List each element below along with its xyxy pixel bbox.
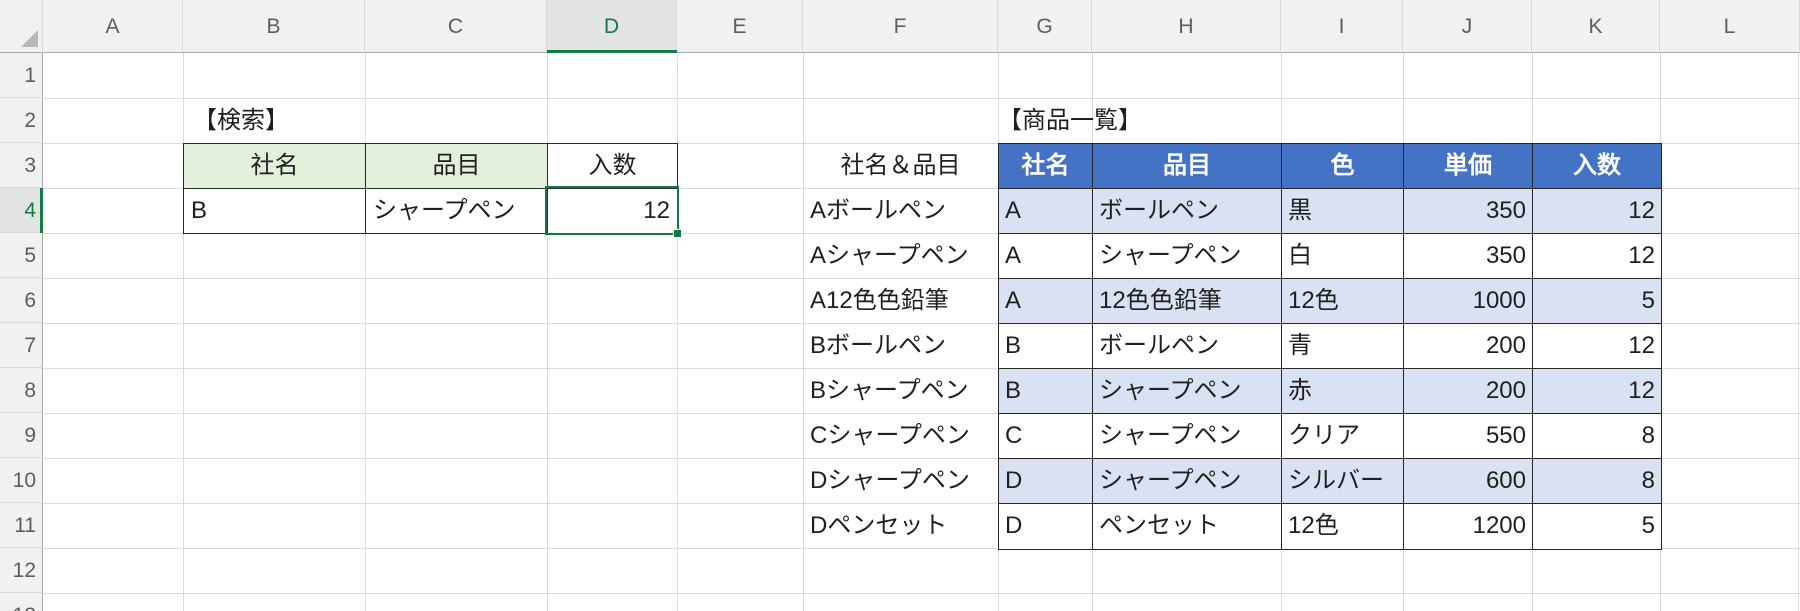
column-header-E[interactable]: E xyxy=(677,0,803,53)
product-cell[interactable]: D xyxy=(999,459,1093,504)
row-header-10[interactable]: 10 xyxy=(0,458,43,503)
product-cell[interactable]: 12色色鉛筆 xyxy=(1093,279,1282,324)
row-header-7[interactable]: 7 xyxy=(0,323,43,368)
product-cell[interactable]: 1200 xyxy=(1404,504,1533,549)
product-cell[interactable]: 黒 xyxy=(1282,189,1404,234)
row-header-2[interactable]: 2 xyxy=(0,98,43,143)
product-cell[interactable]: 350 xyxy=(1404,234,1533,279)
product-cell[interactable]: 550 xyxy=(1404,414,1533,459)
column-header-A[interactable]: A xyxy=(43,0,183,53)
search-value-company-cell[interactable]: B xyxy=(184,189,366,233)
column-header-K[interactable]: K xyxy=(1532,0,1660,53)
product-header-price-cell[interactable]: 単価 xyxy=(1404,144,1533,189)
product-cell[interactable]: 5 xyxy=(1533,279,1661,324)
product-cell[interactable]: 12 xyxy=(1533,189,1661,234)
product-cell[interactable]: シャープペン xyxy=(1093,234,1282,279)
product-cell[interactable]: 12 xyxy=(1533,369,1661,414)
column-header-F[interactable]: F xyxy=(803,0,998,53)
products-title-cell[interactable]: 【商品一覧】 xyxy=(998,98,1398,143)
row-header-4-selected[interactable]: 4 xyxy=(0,188,43,233)
column-header-G[interactable]: G xyxy=(998,0,1092,53)
product-cell[interactable]: A xyxy=(999,279,1093,324)
product-cell[interactable]: 白 xyxy=(1282,234,1404,279)
selected-column-indicator xyxy=(547,50,677,53)
product-header-item-cell[interactable]: 品目 xyxy=(1093,144,1282,189)
product-cell[interactable]: 赤 xyxy=(1282,369,1404,414)
active-cell-selection-border[interactable] xyxy=(545,186,682,238)
product-cell[interactable]: 200 xyxy=(1404,369,1533,414)
product-cell[interactable]: シャープペン xyxy=(1093,414,1282,459)
lookup-key-cell[interactable]: Dペンセット xyxy=(803,503,998,548)
product-cell[interactable]: シャープペン xyxy=(1093,369,1282,414)
product-cell[interactable]: B xyxy=(999,369,1093,414)
row-header-9[interactable]: 9 xyxy=(0,413,43,458)
product-cell[interactable]: ボールペン xyxy=(1093,189,1282,234)
search-title-cell[interactable]: 【検索】 xyxy=(183,98,547,143)
search-header-quantity-cell[interactable]: 入数 xyxy=(548,144,677,189)
fill-handle[interactable] xyxy=(673,229,682,238)
search-header-company-cell[interactable]: 社名 xyxy=(184,144,366,189)
lookup-key-cell[interactable]: Aボールペン xyxy=(803,188,998,233)
lookup-key-cell[interactable]: Cシャープペン xyxy=(803,413,998,458)
product-cell[interactable]: 200 xyxy=(1404,324,1533,369)
column-header-J[interactable]: J xyxy=(1403,0,1532,53)
product-cell[interactable]: ペンセット xyxy=(1093,504,1282,549)
product-cell[interactable]: C xyxy=(999,414,1093,459)
lookup-key-header-cell[interactable]: 社名＆品目 xyxy=(803,143,998,188)
product-cell[interactable]: シルバー xyxy=(1282,459,1404,504)
column-header-L[interactable]: L xyxy=(1660,0,1800,53)
row-header-8[interactable]: 8 xyxy=(0,368,43,413)
product-cell[interactable]: ボールペン xyxy=(1093,324,1282,369)
lookup-key-column: 社名＆品目 Aボールペン Aシャープペン A12色色鉛筆 Bボールペン Bシャー… xyxy=(803,143,998,548)
product-cell[interactable]: 青 xyxy=(1282,324,1404,369)
search-value-item-cell[interactable]: シャープペン xyxy=(366,189,548,233)
product-cell[interactable]: 8 xyxy=(1533,459,1661,504)
product-cell[interactable]: 12色 xyxy=(1282,504,1404,549)
product-cell[interactable]: シャープペン xyxy=(1093,459,1282,504)
spreadsheet-grid: A B C D E F G H I J K L 1 2 3 4 5 6 7 8 … xyxy=(0,0,1800,611)
product-cell[interactable]: 12 xyxy=(1533,234,1661,279)
product-cell[interactable]: 350 xyxy=(1404,189,1533,234)
column-header-C[interactable]: C xyxy=(365,0,547,53)
product-cell[interactable]: 12 xyxy=(1533,324,1661,369)
product-header-quantity-cell[interactable]: 入数 xyxy=(1533,144,1661,189)
select-all-button[interactable] xyxy=(0,0,43,53)
row-header-13[interactable]: 13 xyxy=(0,593,43,611)
gridline xyxy=(43,593,1800,594)
product-header-color-cell[interactable]: 色 xyxy=(1282,144,1404,189)
gridline xyxy=(677,53,678,611)
product-cell[interactable]: D xyxy=(999,504,1093,549)
row-header-12[interactable]: 12 xyxy=(0,548,43,593)
lookup-key-cell[interactable]: A12色色鉛筆 xyxy=(803,278,998,323)
column-header-I[interactable]: I xyxy=(1281,0,1403,53)
product-cell[interactable]: 600 xyxy=(1404,459,1533,504)
selected-row-indicator xyxy=(40,188,43,233)
product-cell[interactable]: B xyxy=(999,324,1093,369)
product-header-company-cell[interactable]: 社名 xyxy=(999,144,1093,189)
gridline xyxy=(547,53,548,611)
column-header-B[interactable]: B xyxy=(183,0,365,53)
lookup-key-cell[interactable]: Aシャープペン xyxy=(803,233,998,278)
search-header-item-cell[interactable]: 品目 xyxy=(366,144,548,189)
row-header-5[interactable]: 5 xyxy=(0,233,43,278)
product-cell[interactable]: クリア xyxy=(1282,414,1404,459)
product-table: 社名 品目 色 単価 入数 A ボールペン 黒 350 12 A シャープペン … xyxy=(998,143,1662,550)
lookup-key-cell[interactable]: Dシャープペン xyxy=(803,458,998,503)
lookup-key-cell[interactable]: Bボールペン xyxy=(803,323,998,368)
row-header-11[interactable]: 11 xyxy=(0,503,43,548)
product-cell[interactable]: 5 xyxy=(1533,504,1661,549)
product-cell[interactable]: 8 xyxy=(1533,414,1661,459)
row-header-1[interactable]: 1 xyxy=(0,53,43,98)
select-all-triangle-icon xyxy=(21,30,38,47)
product-cell[interactable]: 1000 xyxy=(1404,279,1533,324)
column-header-H[interactable]: H xyxy=(1092,0,1281,53)
product-cell[interactable]: A xyxy=(999,234,1093,279)
lookup-key-cell[interactable]: Bシャープペン xyxy=(803,368,998,413)
row-header-6[interactable]: 6 xyxy=(0,278,43,323)
product-cell[interactable]: 12色 xyxy=(1282,279,1404,324)
gridline xyxy=(1798,53,1799,611)
column-header-D-selected[interactable]: D xyxy=(547,0,677,53)
product-cell[interactable]: A xyxy=(999,189,1093,234)
row-header-3[interactable]: 3 xyxy=(0,143,43,188)
